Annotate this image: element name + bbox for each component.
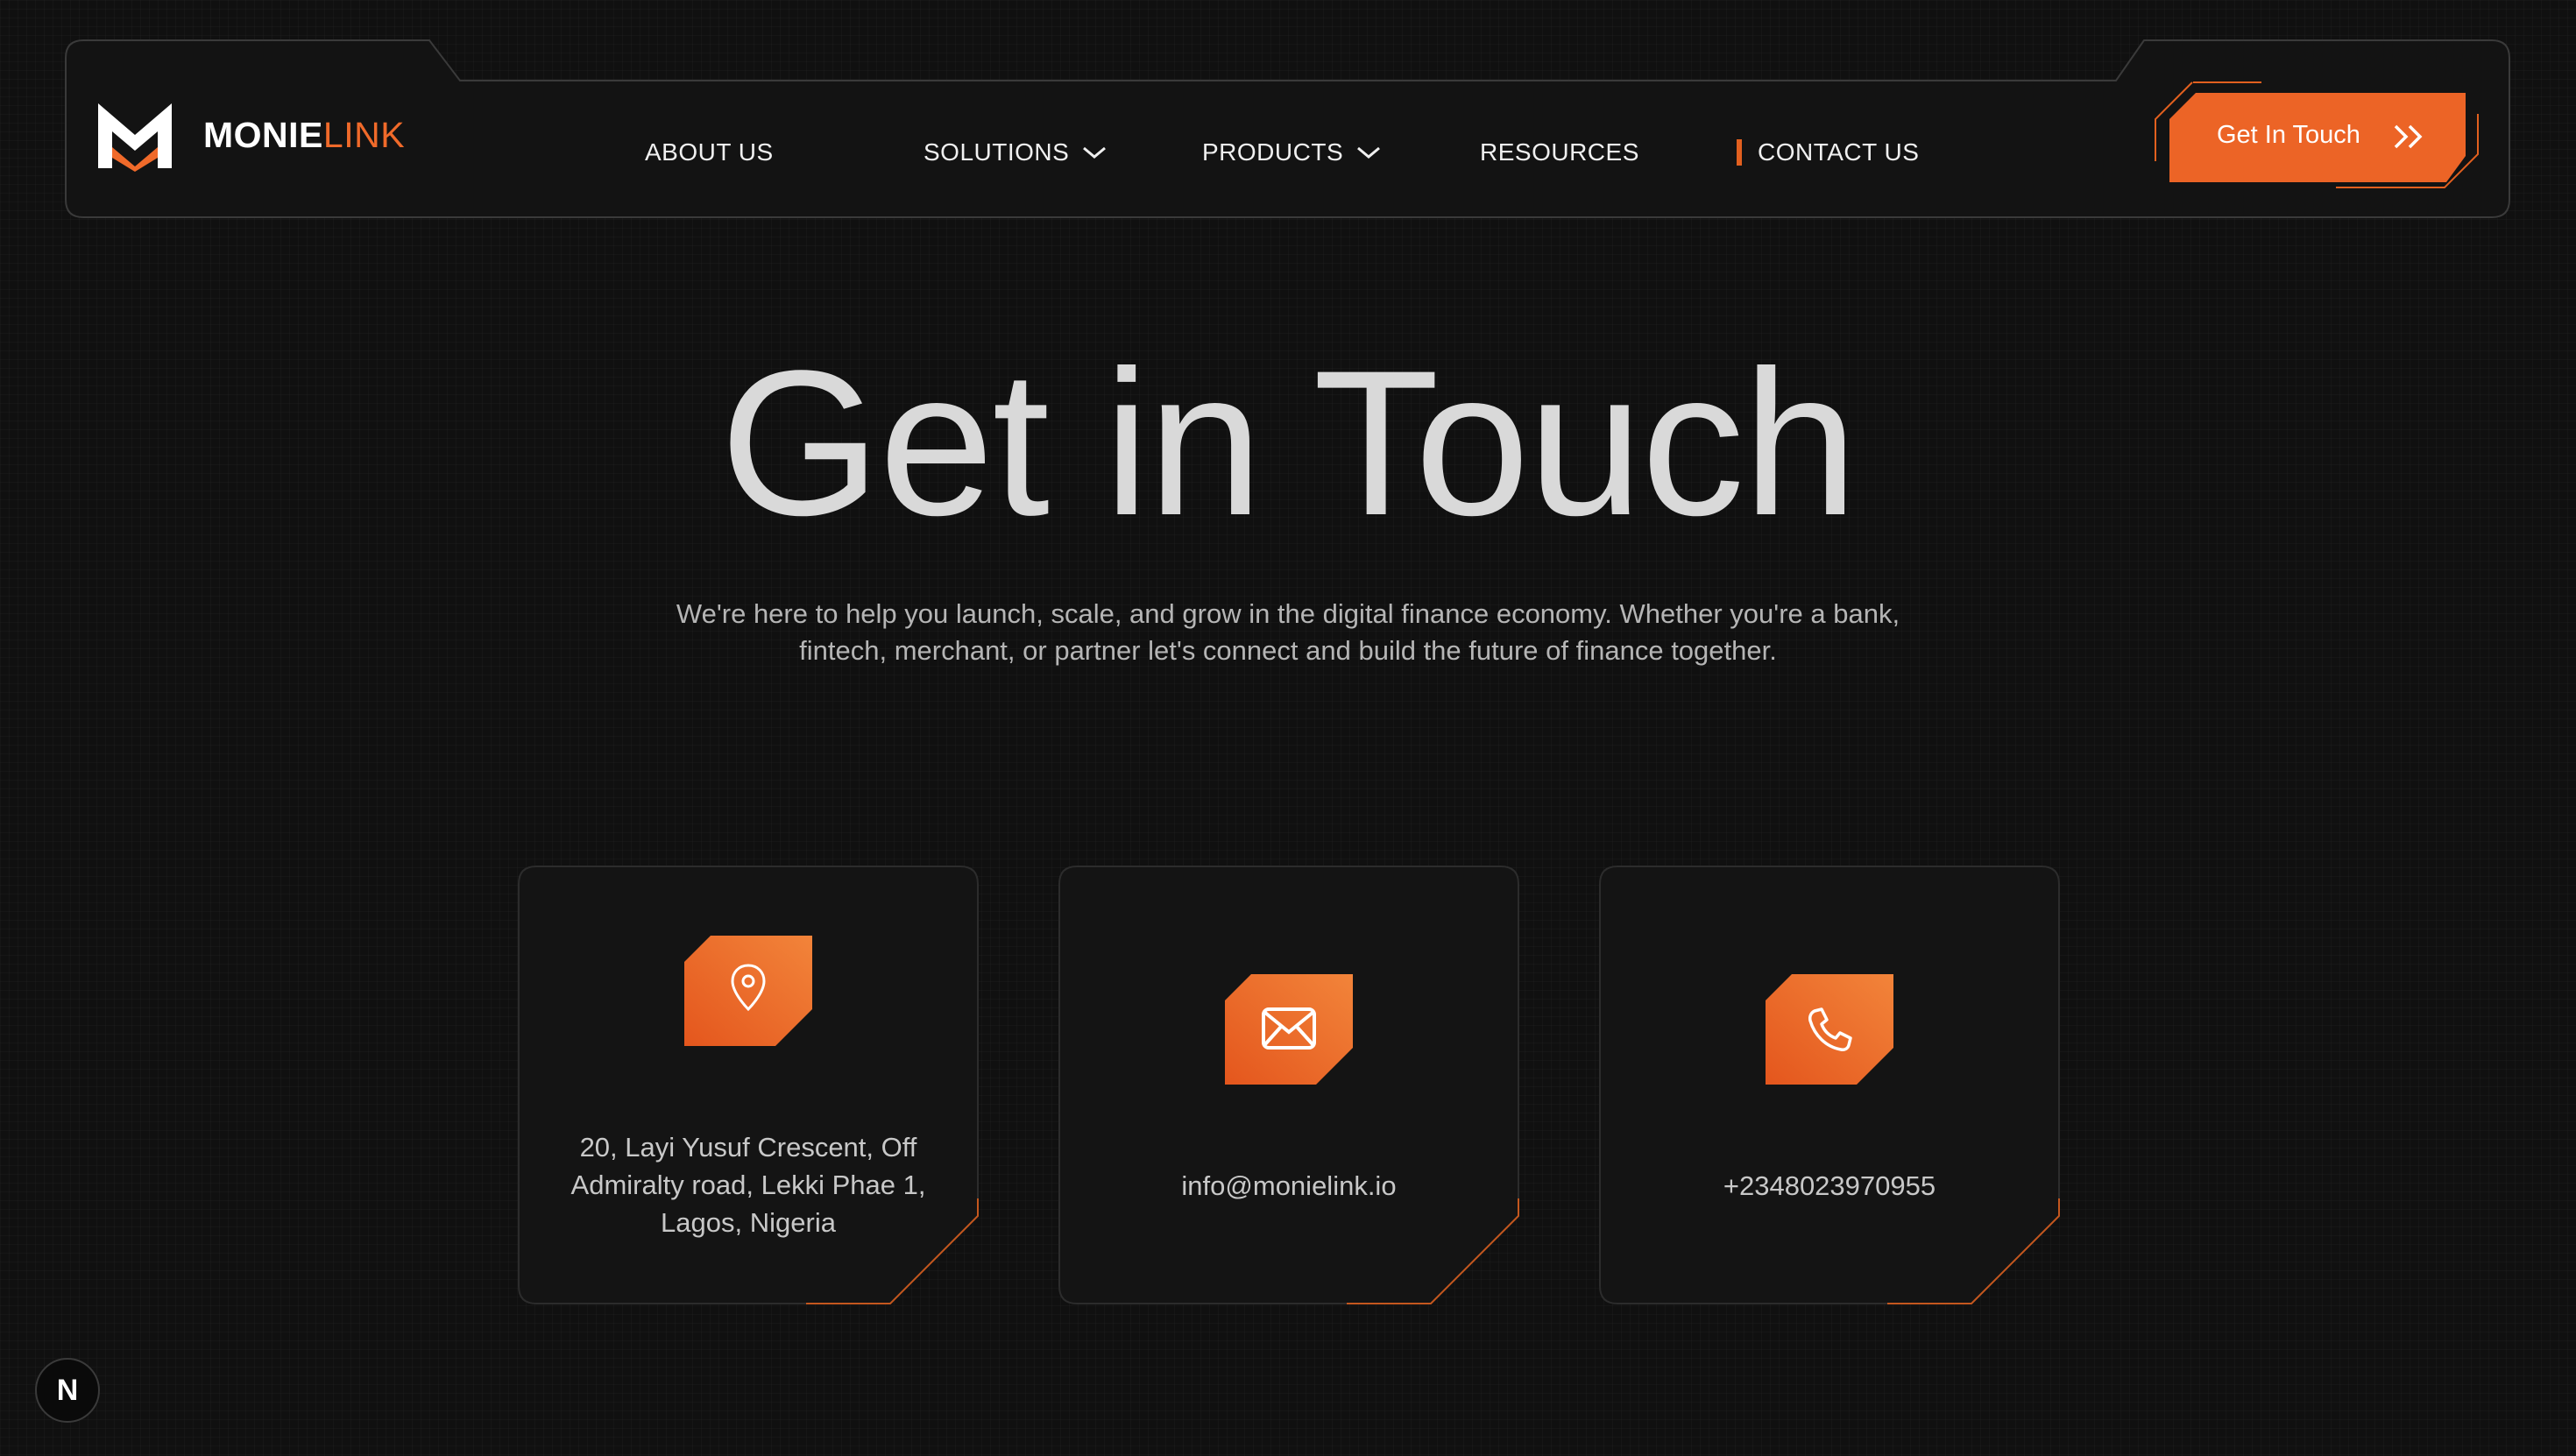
nav-contact-us-label: CONTACT US <box>1758 138 1920 166</box>
nav-resources[interactable]: RESOURCES <box>1480 138 1639 166</box>
card-frame <box>1599 866 2060 1304</box>
contact-card-address: 20, Layi Yusuf Crescent, Off Admiralty r… <box>517 866 980 1307</box>
get-in-touch-button-label: Get In Touch <box>2217 121 2360 149</box>
double-chevron-right-icon <box>2394 124 2423 149</box>
page-title: Get in Touch <box>719 328 1858 559</box>
nav-about-us-label: ABOUT US <box>645 138 774 166</box>
nav-solutions[interactable]: SOLUTIONS <box>924 138 1108 166</box>
chevron-down-icon <box>1083 146 1107 159</box>
mail-icon <box>1225 974 1353 1085</box>
nav-solutions-label: SOLUTIONS <box>924 138 1070 166</box>
nav-products-label: PRODUCTS <box>1202 138 1344 166</box>
contact-card-email: info@monielink.io <box>1058 866 1520 1307</box>
nav-resources-label: RESOURCES <box>1480 138 1639 166</box>
address-text[interactable]: 20, Layi Yusuf Crescent, Off Admiralty r… <box>534 1128 962 1241</box>
email-text[interactable]: info@monielink.io <box>1075 1167 1503 1205</box>
active-indicator <box>1737 139 1742 166</box>
card-frame <box>1058 866 1519 1304</box>
chevron-down-icon <box>1357 146 1381 159</box>
nav-products[interactable]: PRODUCTS <box>1202 138 1382 166</box>
nextjs-icon[interactable]: N <box>35 1358 100 1423</box>
nav-contact-us[interactable]: CONTACT US <box>1737 138 1919 166</box>
phone-text[interactable]: +2348023970955 <box>1616 1167 2043 1205</box>
phone-icon <box>1766 974 1893 1085</box>
location-pin-icon <box>684 936 812 1046</box>
page-subtitle: We're here to help you launch, scale, an… <box>676 598 1900 666</box>
contact-card-phone: +2348023970955 <box>1598 866 2061 1307</box>
badge-label: N <box>56 1373 79 1407</box>
nav-about-us[interactable]: ABOUT US <box>645 138 774 166</box>
